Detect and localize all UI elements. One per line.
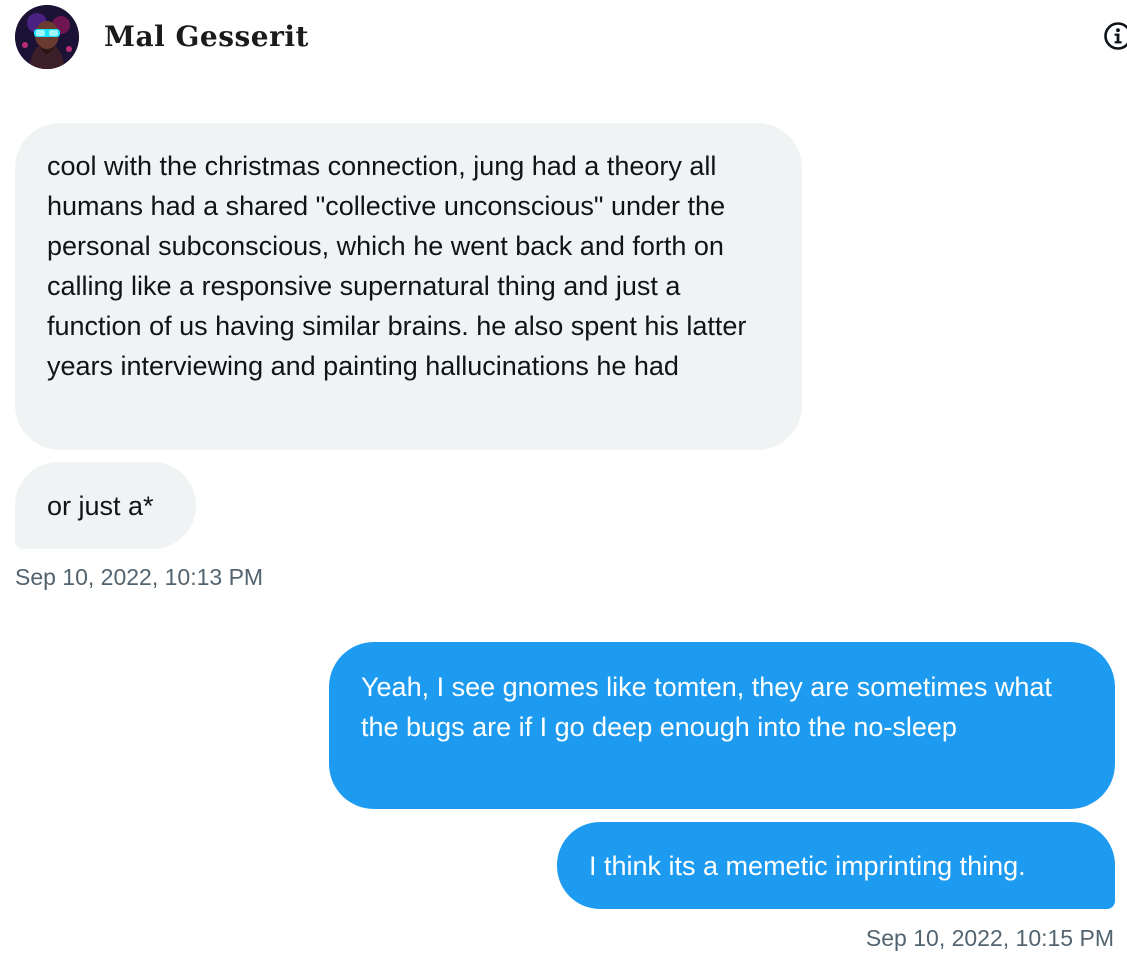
message-timestamp: Sep 10, 2022, 10:13 PM (15, 564, 264, 590)
message-timestamp: Sep 10, 2022, 10:15 PM (865, 925, 1114, 951)
info-icon[interactable] (1103, 21, 1127, 51)
outgoing-message[interactable]: Yeah, I see gnomes like tomten, they are… (329, 642, 1115, 809)
dm-conversation-page: Mal Gesserit cool with the christmas con… (0, 0, 1127, 974)
message-text: cool with the christmas connection, jung… (47, 151, 747, 381)
outgoing-message[interactable]: I think its a memetic imprinting thing. (557, 822, 1115, 909)
avatar-image (15, 5, 79, 69)
message-text: or just a* (47, 491, 154, 521)
incoming-message[interactable]: or just a* (15, 462, 196, 549)
incoming-message[interactable]: cool with the christmas connection, jung… (15, 123, 802, 450)
avatar[interactable] (15, 5, 79, 69)
contact-name[interactable]: Mal Gesserit (104, 20, 309, 53)
message-text: I think its a memetic imprinting thing. (589, 851, 1026, 881)
message-text: Yeah, I see gnomes like tomten, they are… (361, 672, 1052, 742)
conversation-header: Mal Gesserit (0, 0, 1127, 80)
